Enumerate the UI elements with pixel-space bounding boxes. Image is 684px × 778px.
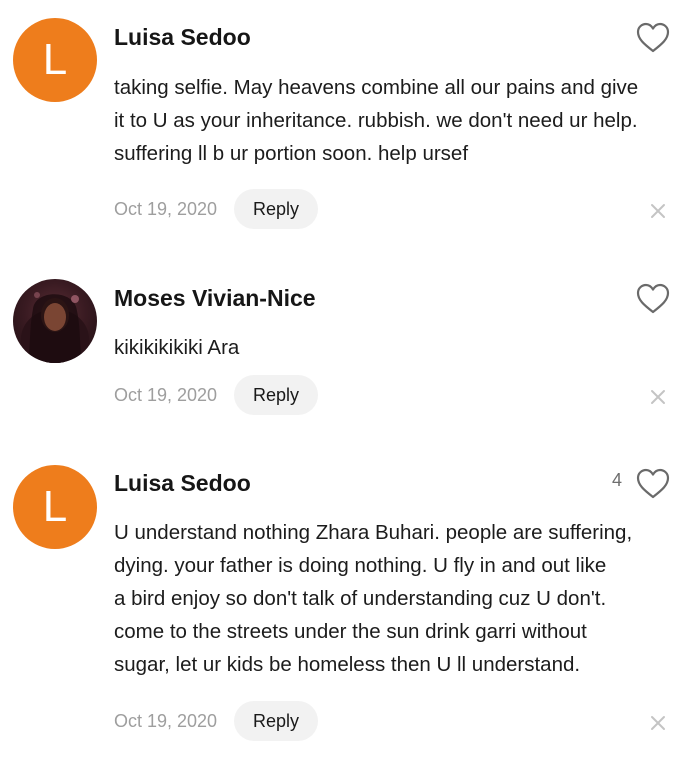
close-icon[interactable]: [650, 203, 666, 219]
avatar-photo: [21, 292, 89, 363]
comment-username[interactable]: Luisa Sedoo: [114, 24, 251, 51]
avatar-letter: L: [42, 482, 68, 531]
close-icon[interactable]: [650, 389, 666, 405]
comment-username[interactable]: Moses Vivian-Nice: [114, 285, 316, 312]
avatar[interactable]: [13, 279, 97, 363]
reply-button[interactable]: Reply: [234, 701, 318, 741]
comment-text: U understand nothing Zhara Buhari. peopl…: [114, 521, 633, 676]
reply-button[interactable]: Reply: [234, 375, 318, 415]
comment-date: Oct 19, 2020: [114, 385, 218, 405]
comment-username[interactable]: Luisa Sedoo: [114, 470, 251, 497]
avatar[interactable]: L: [13, 18, 97, 102]
comment-date: Oct 19, 2020: [114, 711, 218, 731]
like-count: 4: [612, 470, 623, 490]
heart-outline-icon[interactable]: [636, 468, 670, 500]
comment-text: taking selfie. May heavens combine all o…: [114, 76, 639, 165]
close-icon[interactable]: [650, 715, 666, 731]
avatar[interactable]: L: [13, 465, 97, 549]
heart-outline-icon[interactable]: [636, 283, 670, 315]
comment-item: L Luisa Sedoo taking selfie. May heavens…: [0, 0, 684, 260]
comment-text: kikikikikiki Ara: [114, 336, 240, 359]
heart-outline-icon[interactable]: [636, 22, 670, 54]
comment-date: Oct 19, 2020: [114, 199, 218, 219]
reply-button[interactable]: Reply: [234, 189, 318, 229]
avatar-letter: L: [42, 35, 68, 84]
